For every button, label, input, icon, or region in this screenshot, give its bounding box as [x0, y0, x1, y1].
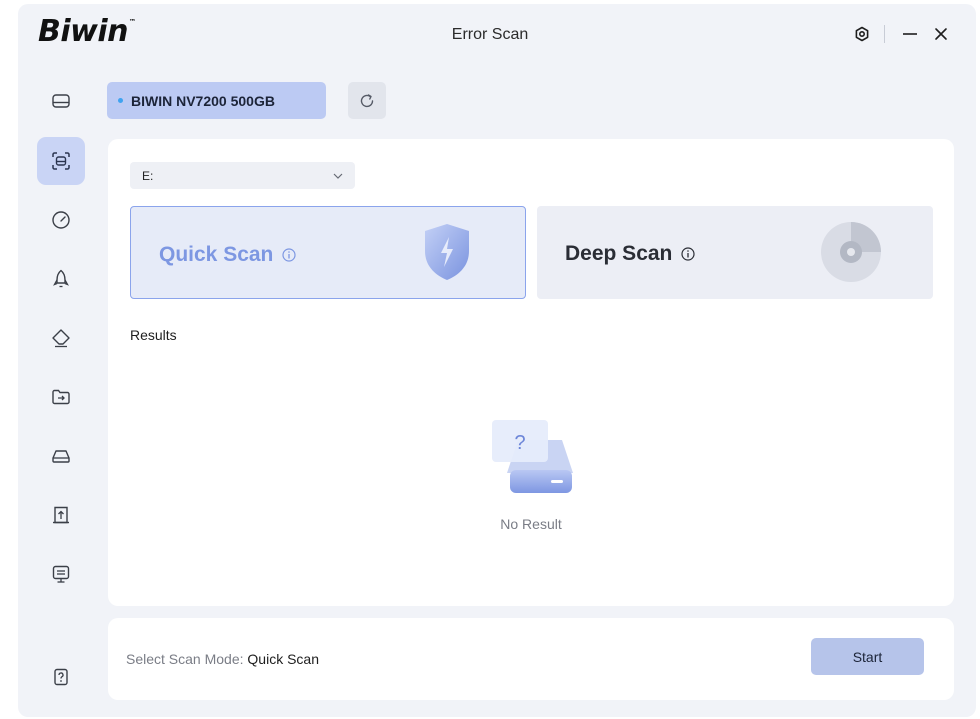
deep-scan-title: Deep Scan [565, 242, 695, 266]
scan-icon [52, 152, 70, 170]
refresh-button[interactable] [348, 82, 386, 119]
window-title: Error Scan [451, 26, 529, 43]
deep-scan-option[interactable]: Deep Scan [537, 206, 933, 299]
selected-mode-text: Select Scan Mode: Quick Scan [126, 651, 319, 667]
eraser-icon [52, 329, 70, 348]
sidebar-item-speed-test[interactable] [37, 196, 85, 244]
rocket-icon [53, 269, 69, 288]
close-button[interactable] [929, 22, 953, 46]
drive-select[interactable]: E: [130, 162, 355, 189]
start-button[interactable]: Start [811, 638, 924, 675]
disk-scan-icon [821, 222, 881, 282]
folder-transfer-icon [52, 389, 70, 405]
speedometer-icon [52, 211, 70, 229]
no-result-drive-icon: ? [492, 420, 573, 493]
minimize-icon [903, 33, 917, 35]
selected-mode-value: Quick Scan [247, 651, 319, 667]
device-status-dot [118, 98, 123, 103]
drive-select-value: E: [142, 168, 154, 183]
sidebar-item-disk[interactable] [37, 77, 85, 125]
sidebar-item-migrate[interactable] [37, 373, 85, 421]
results-heading: Results [130, 327, 177, 343]
sidebar-item-boost[interactable] [37, 255, 85, 303]
svg-text:?: ? [514, 432, 525, 454]
drive-info-icon [52, 450, 70, 463]
device-name: BIWIN NV7200 500GB [131, 92, 275, 109]
quick-scan-option[interactable]: Quick Scan [130, 206, 526, 299]
info-icon[interactable] [282, 248, 296, 262]
minimize-button[interactable] [898, 22, 922, 46]
sidebar-item-error-scan[interactable] [37, 137, 85, 185]
monitor-icon [52, 565, 70, 583]
shield-bolt-icon [425, 224, 469, 280]
sidebar-item-drive-info[interactable] [37, 432, 85, 480]
sidebar-item-help[interactable] [37, 653, 85, 701]
sidebar-item-erase[interactable] [37, 314, 85, 362]
chevron-down-icon [333, 173, 343, 179]
help-icon [54, 668, 68, 686]
quick-scan-title: Quick Scan [159, 243, 296, 267]
device-selector[interactable]: BIWIN NV7200 500GB [107, 82, 326, 119]
titlebar-divider [884, 25, 885, 43]
info-icon[interactable] [681, 247, 695, 261]
close-icon [935, 28, 947, 40]
settings-button[interactable] [850, 22, 874, 46]
disk-icon [52, 94, 70, 108]
refresh-icon [360, 93, 374, 107]
sidebar-item-monitor[interactable] [37, 550, 85, 598]
gear-icon [855, 26, 869, 42]
no-result-text: No Result [500, 516, 562, 532]
